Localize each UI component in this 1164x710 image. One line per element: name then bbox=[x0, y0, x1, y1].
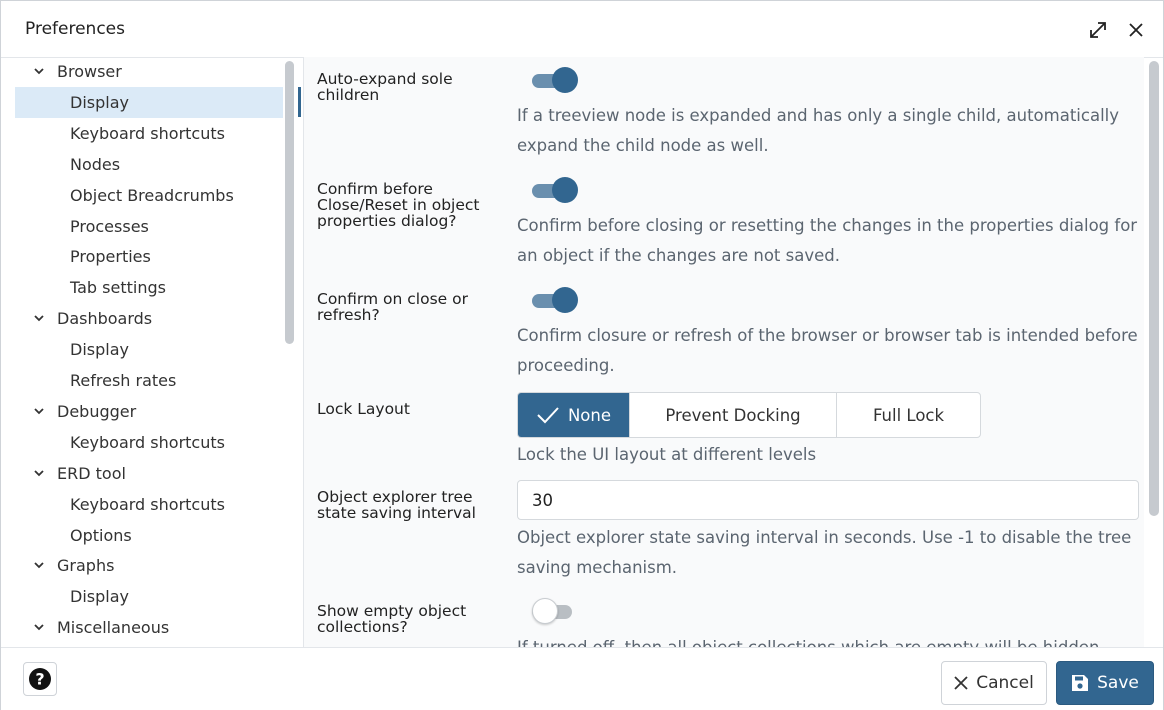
tree-item-label: Debugger bbox=[57, 401, 137, 421]
close-button[interactable] bbox=[1123, 17, 1149, 43]
chevron-down-icon[interactable] bbox=[33, 559, 45, 571]
tree-group[interactable]: Graphs bbox=[15, 550, 283, 581]
tree-item-label: Browser bbox=[57, 62, 122, 81]
tree-item-label: Display bbox=[70, 340, 129, 360]
cancel-button-label: Cancel bbox=[976, 673, 1034, 693]
toggle-knob bbox=[552, 67, 578, 93]
auto-expand-toggle[interactable] bbox=[532, 67, 578, 93]
tree-item[interactable]: Display bbox=[15, 86, 283, 118]
tree-item[interactable]: Tab settings bbox=[15, 272, 283, 303]
tree-state-interval-label: Object explorer tree state saving interv… bbox=[317, 488, 476, 522]
tree-item-label: Tab settings bbox=[70, 278, 166, 298]
tree-item-label: Keyboard shortcuts bbox=[70, 432, 225, 452]
chevron-down-icon[interactable] bbox=[33, 405, 45, 417]
toggle-knob bbox=[552, 287, 578, 313]
tree-group[interactable]: Miscellaneous bbox=[15, 612, 283, 643]
confirm-close-reset-help: Confirm before closing or resetting the … bbox=[517, 216, 1138, 265]
tree-item-label: Miscellaneous bbox=[57, 618, 170, 638]
auto-expand-label: Auto-expand sole children bbox=[317, 70, 453, 104]
dialog-titlebar: Preferences bbox=[1, 1, 1163, 58]
tree-item[interactable]: Refresh rates bbox=[15, 365, 283, 396]
dialog-footer: ? Cancel Save bbox=[1, 647, 1163, 710]
tree-group[interactable]: ERD tool bbox=[15, 458, 283, 489]
tree-state-interval-help: Object explorer state saving interval in… bbox=[517, 528, 1132, 577]
tree-group[interactable]: Dashboards bbox=[15, 303, 283, 334]
lock-layout-help: Lock the UI layout at different levels bbox=[517, 445, 817, 464]
lock-layout-segmented: None Prevent Docking Full Lock bbox=[517, 392, 981, 438]
floppy-disk-icon bbox=[1072, 675, 1089, 691]
tree-item[interactable]: Processes bbox=[15, 211, 283, 242]
tree-item-label: Properties bbox=[70, 247, 151, 267]
save-button-label: Save bbox=[1097, 673, 1139, 693]
lock-layout-full-lock-option[interactable]: Full Lock bbox=[837, 393, 980, 437]
expand-diagonal-icon bbox=[1090, 22, 1106, 38]
confirm-refresh-toggle[interactable] bbox=[532, 287, 578, 313]
tree-item-label: Dashboards bbox=[57, 309, 153, 329]
tree-item-label: Nodes bbox=[70, 154, 121, 174]
tree-item[interactable]: Options bbox=[15, 520, 283, 551]
preferences-dialog: Preferences Browser Display Keyboard short… bbox=[0, 0, 1164, 710]
save-button[interactable]: Save bbox=[1056, 661, 1154, 705]
tree-item-label: Processes bbox=[70, 216, 149, 236]
confirm-refresh-help: Confirm closure or refresh of the browse… bbox=[517, 326, 1138, 375]
tree-item[interactable]: Keyboard shortcuts bbox=[15, 489, 283, 520]
close-icon bbox=[1129, 23, 1143, 37]
tree-item-label: Keyboard shortcuts bbox=[70, 494, 225, 514]
cancel-button[interactable]: Cancel bbox=[941, 661, 1047, 705]
tree-item[interactable]: Keyboard shortcuts bbox=[15, 118, 283, 149]
option-label: None bbox=[567, 405, 612, 425]
tree-item[interactable]: Nodes bbox=[15, 149, 283, 180]
lock-layout-label: Lock Layout bbox=[317, 400, 410, 418]
toggle-knob bbox=[552, 177, 578, 203]
tree-group[interactable]: Browser bbox=[15, 57, 283, 87]
tree-item-label: Keyboard shortcuts bbox=[70, 123, 225, 143]
tree-item[interactable]: Keyboard shortcuts bbox=[15, 427, 283, 458]
check-icon bbox=[537, 407, 559, 424]
chevron-down-icon[interactable] bbox=[33, 65, 45, 77]
tree-item[interactable]: Object Breadcrumbs bbox=[15, 180, 283, 211]
tree-item-label: Options bbox=[70, 525, 132, 545]
sidebar-selection-indicator bbox=[298, 87, 301, 117]
show-empty-collections-toggle[interactable] bbox=[532, 598, 578, 624]
tree-item-label: Display bbox=[70, 92, 129, 112]
chevron-down-icon[interactable] bbox=[33, 312, 45, 324]
svg-text:?: ? bbox=[35, 670, 44, 689]
tree-item[interactable]: Display bbox=[15, 334, 283, 365]
dialog-title: Preferences bbox=[25, 19, 125, 39]
help-button[interactable]: ? bbox=[23, 662, 57, 696]
chevron-down-icon[interactable] bbox=[33, 467, 45, 479]
chevron-down-icon[interactable] bbox=[33, 621, 45, 633]
tree-item[interactable]: Display bbox=[15, 581, 283, 612]
confirm-refresh-label: Confirm on close or refresh? bbox=[317, 290, 468, 324]
confirm-close-reset-label: Confirm before Close/Reset in object pro… bbox=[317, 180, 480, 230]
option-label: Prevent Docking bbox=[665, 405, 801, 425]
maximize-button[interactable] bbox=[1085, 17, 1111, 43]
tree-item-label: Display bbox=[70, 587, 129, 607]
show-empty-collections-label: Show empty object collections? bbox=[317, 602, 467, 636]
close-icon bbox=[954, 676, 968, 690]
settings-panel: Auto-expand sole children If a treeview … bbox=[303, 57, 1144, 647]
tree-item-label: Refresh rates bbox=[70, 371, 177, 390]
lock-layout-prevent-docking-option[interactable]: Prevent Docking bbox=[630, 393, 837, 437]
question-circle-icon: ? bbox=[29, 668, 51, 690]
tree-item-label: ERD tool bbox=[57, 463, 126, 483]
preferences-tree: Browser Display Keyboard shortcuts Nodes Obj… bbox=[15, 57, 297, 647]
settings-scrollbar[interactable] bbox=[1149, 61, 1159, 516]
auto-expand-help: If a treeview node is expanded and has o… bbox=[517, 106, 1120, 155]
option-label: Full Lock bbox=[872, 405, 945, 425]
show-empty-collections-help: If turned off, then all object collectio… bbox=[517, 633, 1142, 647]
tree-group[interactable]: Debugger bbox=[15, 396, 283, 427]
sidebar-scrollbar[interactable] bbox=[285, 61, 294, 344]
tree-item-label: Graphs bbox=[57, 556, 115, 576]
tree-state-interval-input[interactable] bbox=[517, 480, 1139, 520]
tree-item[interactable]: Properties bbox=[15, 241, 283, 272]
confirm-close-reset-toggle[interactable] bbox=[532, 177, 578, 203]
toggle-knob bbox=[532, 598, 558, 624]
lock-layout-none-option[interactable]: None bbox=[518, 393, 630, 437]
tree-item-label: Object Breadcrumbs bbox=[70, 185, 234, 205]
